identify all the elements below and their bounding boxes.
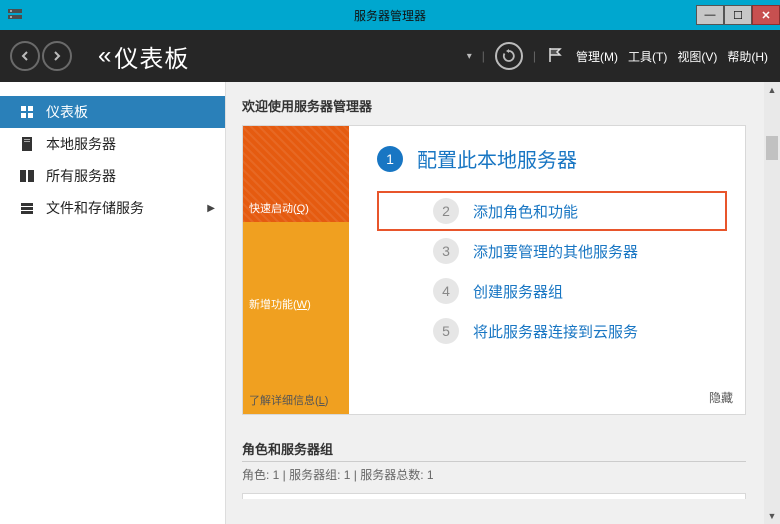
title-prefix: « (98, 42, 112, 70)
view-menu[interactable]: 视图(V) (677, 48, 717, 65)
tile-label: 了解详细信息 (249, 395, 315, 407)
sidebar-item-file-storage[interactable]: 文件和存储服务 ▶ (0, 192, 225, 224)
refresh-button[interactable] (495, 42, 523, 70)
step-number-3: 3 (433, 238, 459, 264)
tile-learnmore[interactable]: 了解详细信息(L) (243, 318, 349, 414)
back-button[interactable] (10, 41, 40, 71)
hide-link[interactable]: 隐藏 (709, 389, 733, 406)
forward-button[interactable] (42, 41, 72, 71)
tile-hotkey: Q (297, 203, 306, 215)
tile-sidebar: 快速启动(Q) 新增功能(W) 了解详细信息(L) (243, 126, 349, 414)
tile-quickstart[interactable]: 快速启动(Q) (243, 126, 349, 222)
header-right: ▾ | | 管理(M) 工具(T) 视图(V) 帮助(H) (467, 42, 780, 70)
close-button[interactable]: ✕ (752, 5, 780, 25)
step-add-roles[interactable]: 2 添加角色和功能 (377, 191, 727, 231)
nav-arrows (10, 41, 72, 71)
dashboard-icon (18, 103, 36, 121)
dropdown-caret-icon[interactable]: ▾ (467, 51, 472, 62)
tile-main: 1 配置此本地服务器 2 添加角色和功能 3 添加要管理的其他服务器 4 创建服… (349, 126, 745, 414)
step-number-1: 1 (377, 146, 403, 172)
sidebar-item-all-servers[interactable]: 所有服务器 (0, 160, 225, 192)
step-label: 添加要管理的其他服务器 (473, 241, 638, 262)
step-number-2: 2 (433, 198, 459, 224)
tile-label: 新增功能 (249, 299, 293, 311)
titlebar: 服务器管理器 — ☐ ✕ (0, 0, 780, 30)
notifications-flag-icon[interactable] (546, 46, 566, 66)
sidebar-item-local-server[interactable]: 本地服务器 (0, 128, 225, 160)
step-add-servers[interactable]: 3 添加要管理的其他服务器 (377, 231, 731, 271)
maximize-button[interactable]: ☐ (724, 5, 752, 25)
scroll-up-icon[interactable]: ▲ (764, 82, 780, 98)
step-label: 添加角色和功能 (473, 201, 578, 222)
tools-menu[interactable]: 工具(T) (628, 48, 667, 65)
sidebar-item-label: 所有服务器 (46, 166, 116, 186)
window-controls: — ☐ ✕ (696, 5, 780, 25)
sidebar-item-label: 文件和存储服务 (46, 198, 144, 218)
main: 仪表板 本地服务器 所有服务器 文件和存储服务 ▶ 欢迎使用服务器管理器 快速启… (0, 82, 780, 524)
storage-icon (18, 199, 36, 217)
tile-hotkey: W (297, 299, 307, 311)
step-connect-cloud[interactable]: 5 将此服务器连接到云服务 (377, 311, 731, 351)
step-label: 配置此本地服务器 (417, 144, 577, 173)
minimize-button[interactable]: — (696, 5, 724, 25)
tile-label: 快速启动 (249, 203, 293, 215)
scroll-thumb[interactable] (766, 136, 778, 160)
roles-tile-placeholder (242, 493, 746, 499)
step-label: 将此服务器连接到云服务 (473, 321, 638, 342)
server-icon (18, 135, 36, 153)
sidebar-item-label: 本地服务器 (46, 134, 116, 154)
servers-icon (18, 167, 36, 185)
step-label: 创建服务器组 (473, 281, 563, 302)
step-number-4: 4 (433, 278, 459, 304)
title-text: 仪表板 (114, 39, 189, 74)
content-area: 欢迎使用服务器管理器 快速启动(Q) 新增功能(W) 了解详细信息(L) 1 配… (226, 82, 780, 524)
tile-whatsnew[interactable]: 新增功能(W) (243, 222, 349, 318)
welcome-tile: 快速启动(Q) 新增功能(W) 了解详细信息(L) 1 配置此本地服务器 2 添… (242, 125, 746, 415)
tile-hotkey: L (319, 395, 325, 407)
roles-subtitle: 角色: 1 | 服务器组: 1 | 服务器总数: 1 (242, 466, 746, 483)
sidebar-item-label: 仪表板 (46, 102, 88, 122)
roles-section: 角色和服务器组 角色: 1 | 服务器组: 1 | 服务器总数: 1 (242, 439, 746, 499)
app-icon (2, 2, 28, 28)
step-number-5: 5 (433, 318, 459, 344)
separator: | (482, 49, 485, 63)
page-title: « 仪表板 (98, 39, 189, 74)
sidebar-item-dashboard[interactable]: 仪表板 (0, 96, 225, 128)
divider (242, 461, 746, 462)
sidebar: 仪表板 本地服务器 所有服务器 文件和存储服务 ▶ (0, 82, 226, 524)
scroll-down-icon[interactable]: ▼ (764, 508, 780, 524)
manage-menu[interactable]: 管理(M) (576, 48, 618, 65)
scrollbar-vertical[interactable]: ▲ ▼ (764, 82, 780, 524)
help-menu[interactable]: 帮助(H) (727, 48, 768, 65)
chevron-right-icon: ▶ (207, 203, 215, 214)
roles-title: 角色和服务器组 (242, 439, 746, 458)
window-title: 服务器管理器 (354, 7, 426, 24)
app-header: « 仪表板 ▾ | | 管理(M) 工具(T) 视图(V) 帮助(H) (0, 30, 780, 82)
step-configure-local[interactable]: 1 配置此本地服务器 (377, 144, 731, 173)
separator: | (533, 49, 536, 63)
step-create-group[interactable]: 4 创建服务器组 (377, 271, 731, 311)
welcome-heading: 欢迎使用服务器管理器 (242, 96, 780, 115)
